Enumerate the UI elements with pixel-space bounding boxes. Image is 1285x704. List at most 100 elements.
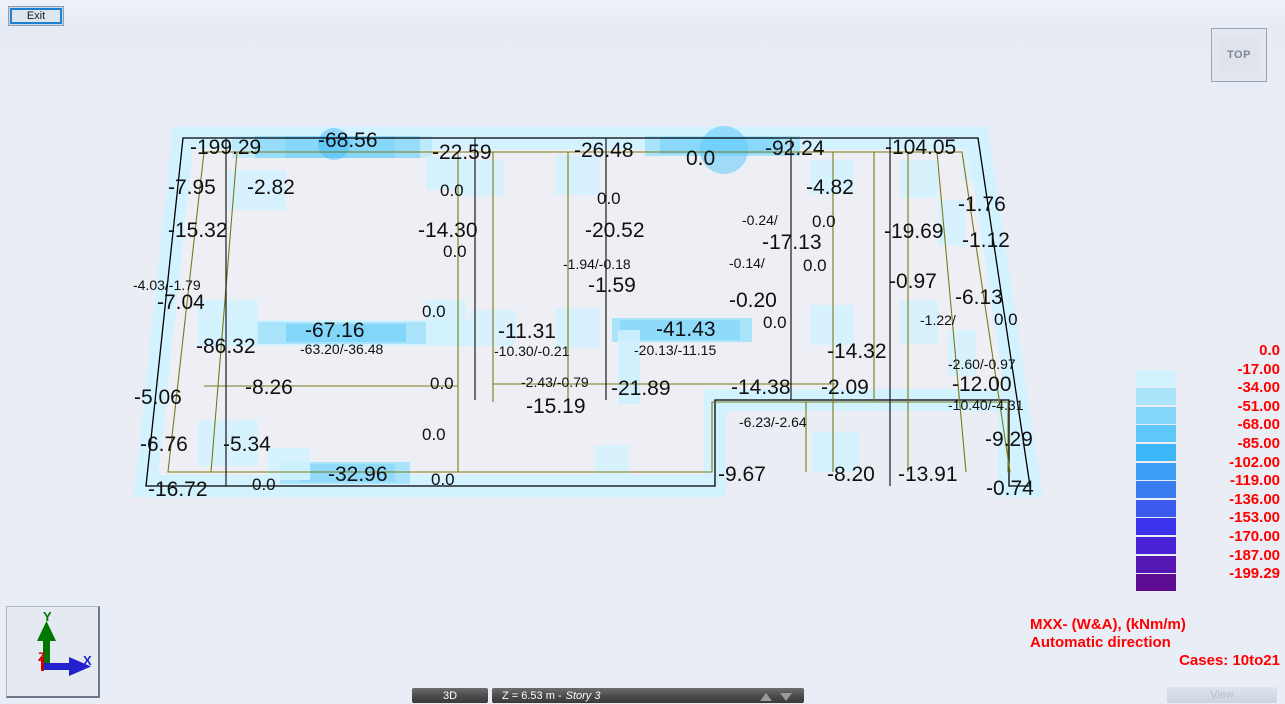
plan-value-label: -63.20/-36.48 [300,341,384,357]
plan-value-label: -19.69 [884,220,944,243]
legend-row: -68.00 [1136,416,1285,443]
plan-value-label: -1.12 [962,229,1010,252]
plan-value-label: -4.03/-1.79 [133,277,201,293]
plan-value-label: 0.0 [443,242,467,261]
plan-value-label: -104.05 [885,136,957,159]
legend-caption: MXX- (W&A), (kNm/m) Automatic direction … [1030,616,1280,670]
plan-value-label: -9.67 [718,463,766,486]
plan-value-label: -0.20 [729,289,777,312]
plan-value-label: -8.20 [827,463,875,486]
axis-z-label: Z [38,650,45,664]
plan-value-label: -0.24/ [742,212,778,228]
legend-caption-line-3: Cases: 10to21 [1179,652,1280,669]
plan-value-label: -17.13 [762,231,822,254]
plan-value-label: 0.0 [440,181,464,200]
plan-value-label: -1.76 [958,193,1006,216]
plan-value-label: -2.43/-0.79 [521,374,589,390]
legend-value-label: 0.0 [1259,342,1280,359]
plan-value-label: -92.24 [765,137,825,160]
view-orientation-top-button[interactable]: TOP [1211,28,1267,82]
plan-value-label: 0.0 [597,189,621,208]
legend-row: 0.0 [1136,342,1285,361]
plan-value-label: -14.38 [731,376,791,399]
legend-color-swatch [1136,574,1176,592]
plan-value-label: -32.96 [328,463,388,486]
plan-value-label: -199.29 [190,136,262,159]
story-up-arrow-icon[interactable] [760,693,772,701]
plan-value-label: -68.56 [318,129,378,152]
plan-value-label: -20.52 [585,219,645,242]
legend-value-label: -170.00 [1229,527,1280,545]
plan-value-label: -4.82 [806,176,854,199]
status-story-indicator[interactable]: Z = 6.53 m - Story 3 [492,688,804,703]
legend-caption-line-1: MXX- (W&A), (kNm/m) [1030,616,1186,633]
grid-lines [225,138,891,486]
status-3d-mode[interactable]: 3D [412,688,488,703]
plan-value-label: 0.0 [763,313,787,332]
view-orientation-top-label: TOP [1219,37,1259,73]
plan-value-label: -5.34 [223,433,271,456]
legend-value-label: -136.00 [1229,490,1280,508]
plan-value-label: -1.22/ [920,312,956,328]
legend-value-label: -153.00 [1229,509,1280,527]
legend-row: -199.29 [1136,565,1285,592]
plan-value-label: -6.23/-2.64 [739,414,807,430]
top-toolbar: Exit [0,0,1285,32]
plan-value-label: -1.94/-0.18 [563,256,631,272]
status-story-elevation: Z = 6.53 m - [502,689,562,702]
plan-value-label: -2.82 [247,176,295,199]
legend-value-label: -68.00 [1237,416,1280,434]
contour-legend: 0.0 -17.00 -34.00 -51.00 -68.00 -85.00 -102.00… [1136,342,1285,592]
legend-caption-line-2: Automatic direction [1030,634,1171,651]
plan-value-label: -21.89 [611,377,671,400]
legend-row: -119.00 [1136,472,1285,499]
legend-row: -153.00 [1136,509,1285,536]
plan-value-label: -20.13/-11.15 [634,342,717,358]
exit-button-frame: Exit [8,6,64,26]
plan-value-label: -26.48 [574,139,634,162]
legend-row: -136.00 [1136,490,1285,517]
plan-value-label: -0.74 [986,477,1034,500]
exit-button[interactable]: Exit [10,8,62,24]
status-view-button[interactable]: View [1167,687,1277,703]
axis-triad-svg: Y X Z [37,609,92,676]
plan-value-label: -16.72 [148,478,208,501]
legend-value-label: -51.00 [1237,397,1280,415]
plan-value-label: -0.97 [889,270,937,293]
plan-value-label: -41.43 [656,318,716,341]
plan-value-label: -12.00 [952,373,1012,396]
plan-value-label: -7.04 [157,291,205,314]
plan-value-label: -7.95 [168,176,216,199]
axis-triad: Y X Z [6,606,100,698]
plan-value-label: -14.32 [827,340,887,363]
plan-value-label: 0.0 [431,470,455,489]
plan-value-label: -8.26 [245,376,293,399]
status-bar: 3D Z = 6.53 m - Story 3 View [0,686,1285,704]
plan-value-label: -13.91 [898,463,958,486]
plan-value-label: 0.0 [686,147,716,170]
plan-value-label: -11.31 [498,320,556,343]
plan-value-label: -86.32 [196,335,256,358]
plan-value-label: -6.13 [955,286,1003,309]
plan-value-label: 0.0 [803,256,827,275]
plan-value-label: -2.09 [821,376,869,399]
plan-value-label: -15.32 [168,219,228,242]
legend-row: -187.00 [1136,547,1285,573]
story-down-arrow-icon[interactable] [780,693,792,701]
legend-row: -170.00 [1136,527,1285,554]
legend-value-label: -85.00 [1237,434,1280,452]
plan-value-label: -10.30/-0.21 [494,343,570,359]
plan-value-label: -0.14/ [729,255,765,271]
axis-x-label: X [83,653,92,668]
plan-value-label: 0.0 [994,310,1018,329]
legend-row: -17.00 [1136,361,1285,387]
wall-lines [167,151,1011,473]
plan-value-label: -9.29 [985,428,1033,451]
plan-value-label: -10.40/-4.31 [948,397,1024,413]
legend-value-label: -102.00 [1229,453,1280,471]
legend-row: -51.00 [1136,397,1285,424]
legend-row: -102.00 [1136,453,1285,480]
plan-value-label: 0.0 [812,212,836,231]
plan-value-label: 0.0 [422,302,446,321]
plan-value-label: -67.16 [305,319,365,342]
